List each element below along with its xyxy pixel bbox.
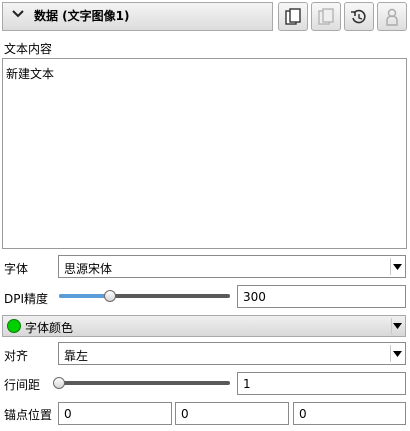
- text-content-label: 文本内容: [4, 42, 53, 56]
- align-select[interactable]: 靠左: [58, 342, 406, 365]
- anchor-z-input[interactable]: 0: [293, 402, 406, 425]
- anchor-label: 锚点位置: [4, 408, 53, 422]
- text-content-value: 新建文本: [6, 67, 55, 81]
- align-label: 对齐: [4, 349, 29, 363]
- anchor-y-value: 0: [181, 407, 189, 421]
- dropdown-arrow-icon[interactable]: [390, 345, 403, 362]
- dpi-label: DPI精度: [4, 292, 49, 306]
- person-icon: [386, 8, 398, 26]
- anchor-x-value: 0: [64, 407, 72, 421]
- anchor-y-input[interactable]: 0: [175, 402, 289, 425]
- dropdown-arrow-icon[interactable]: [390, 258, 403, 275]
- font-color-picker[interactable]: 字体颜色: [2, 315, 406, 337]
- reset-button[interactable]: [344, 2, 374, 31]
- line-spacing-slider-track[interactable]: [59, 381, 230, 385]
- line-spacing-slider-thumb[interactable]: [53, 377, 65, 389]
- dpi-input[interactable]: 300: [237, 285, 406, 308]
- align-selected-value: 靠左: [64, 349, 89, 363]
- dpi-value: 300: [243, 290, 266, 304]
- copy-icon: [285, 7, 301, 25]
- font-select[interactable]: 思源宋体: [58, 255, 406, 278]
- paste-icon: [318, 7, 334, 25]
- line-spacing-input[interactable]: 1: [237, 372, 406, 395]
- dpi-slider-track[interactable]: [59, 294, 230, 298]
- paste-button[interactable]: [311, 2, 341, 31]
- dpi-slider-thumb[interactable]: [104, 290, 117, 302]
- text-content-textarea[interactable]: 新建文本: [2, 58, 407, 249]
- dpi-slider-fill: [59, 294, 111, 298]
- copy-button[interactable]: [278, 2, 308, 31]
- font-label: 字体: [4, 262, 29, 276]
- line-spacing-label: 行间距: [4, 378, 41, 392]
- dropdown-arrow-icon[interactable]: [391, 318, 403, 334]
- section-title: 数据 (文字图像1): [34, 9, 130, 23]
- reset-history-icon: [351, 9, 366, 23]
- font-selected-value: 思源宋体: [64, 262, 113, 276]
- chevron-down-icon[interactable]: [11, 8, 25, 20]
- font-color-label: 字体颜色: [25, 321, 74, 335]
- color-swatch: [7, 319, 21, 333]
- user-button[interactable]: [377, 2, 407, 31]
- anchor-x-input[interactable]: 0: [58, 402, 172, 425]
- anchor-z-value: 0: [299, 407, 307, 421]
- line-spacing-value: 1: [243, 377, 251, 391]
